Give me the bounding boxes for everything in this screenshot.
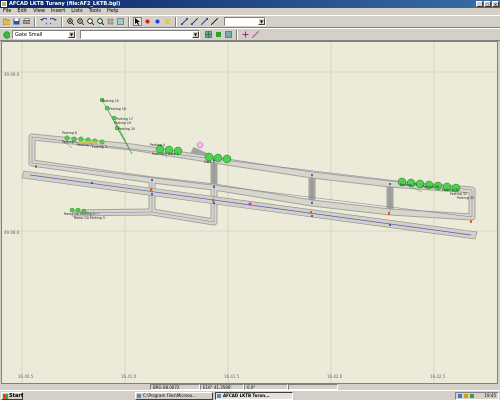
chevron-down-icon: ▼ xyxy=(258,18,265,25)
chevron-down-icon: ▼ xyxy=(68,31,75,38)
background-image-icon[interactable] xyxy=(116,17,125,26)
latitude-label: 49.08.0 xyxy=(4,230,20,235)
longitude-label: 16.42.0 xyxy=(327,374,343,379)
zoom-extents-icon[interactable] xyxy=(96,17,105,26)
taskbar-item-afcad[interactable]: AFCAD LKTB Turan... xyxy=(215,391,293,400)
runway-path-icon[interactable] xyxy=(190,17,199,26)
menu-help[interactable]: Help xyxy=(107,8,118,15)
system-tray: 19:45 xyxy=(455,392,499,400)
clock: 19:45 xyxy=(484,393,496,398)
parking-label: Parking 5 xyxy=(152,152,167,156)
start-label: Start xyxy=(9,392,24,399)
longitude-label: 16.41.0 xyxy=(121,374,137,379)
taskbar-item-explorer[interactable]: C:\Program Files\Microso... xyxy=(135,391,213,400)
green-light-icon[interactable] xyxy=(2,30,11,39)
latitude-label: 49.09.0 xyxy=(4,72,20,77)
title-bar: AFCAD LKTB Turany (file:AF2_LKTB.bgl) _ … xyxy=(0,0,500,8)
grid-toggle-icon[interactable] xyxy=(204,30,213,39)
parking-label: Parking 33 xyxy=(457,196,474,200)
undo-icon[interactable] xyxy=(39,17,48,26)
toolbar-separator xyxy=(34,16,36,27)
toolbar-separator xyxy=(128,16,130,27)
app-icon xyxy=(1,1,7,7)
close-button[interactable]: × xyxy=(492,1,499,7)
add-start-icon[interactable] xyxy=(153,17,162,26)
menu-insert[interactable]: Insert xyxy=(51,8,65,15)
minimize-button[interactable]: _ xyxy=(476,1,483,7)
menu-file[interactable]: File xyxy=(3,8,11,15)
plus-icon[interactable] xyxy=(241,30,250,39)
redo-icon[interactable] xyxy=(49,17,58,26)
toolbar-separator xyxy=(236,29,238,40)
parking-label: Parking 25 xyxy=(400,183,417,187)
longitude-label: 16.40.5 xyxy=(18,374,34,379)
green-square-icon[interactable] xyxy=(214,30,223,39)
parking-label: Parking 28 xyxy=(422,185,439,189)
open-icon[interactable] xyxy=(2,17,11,26)
volume-icon[interactable] xyxy=(464,394,468,398)
menu-lists[interactable]: Lists xyxy=(71,8,82,15)
airport-map-canvas[interactable]: 49.09.0 49.08.0 16.40.5 16.41.0 16.41.5 … xyxy=(1,41,498,384)
parking-type-dropdown[interactable]: Gate Small ▼ xyxy=(12,30,76,39)
path-icon[interactable] xyxy=(210,17,219,26)
selected-node[interactable] xyxy=(248,202,252,206)
parking-label: Parking 3 xyxy=(92,145,107,149)
zoom-in-icon[interactable] xyxy=(66,17,75,26)
start-button[interactable]: Start xyxy=(1,391,24,400)
parking-label: Parking 1 xyxy=(62,140,77,144)
add-node-icon[interactable] xyxy=(143,17,152,26)
select-pointer-icon[interactable] xyxy=(133,17,142,26)
task-label: AFCAD LKTB Turan... xyxy=(223,392,270,398)
parking-type-value: Gate Small xyxy=(15,31,43,38)
menu-tools[interactable]: Tools xyxy=(89,8,101,15)
tile-icon[interactable] xyxy=(224,30,233,39)
parking-label: Parking 4 xyxy=(150,143,165,147)
toolbar-separator xyxy=(61,16,63,27)
grid-icon[interactable] xyxy=(106,17,115,26)
task-label: C:\Program Files\Microso... xyxy=(143,392,196,398)
menu-edit[interactable]: Edit xyxy=(17,8,27,15)
parking-label: Parking 8 xyxy=(62,131,77,135)
menu-bar: File Edit View Insert Lists Tools Help xyxy=(0,8,500,15)
gate-label: Gate 3 xyxy=(204,160,215,164)
longitude-label: 16.42.5 xyxy=(430,374,446,379)
app-icon xyxy=(217,393,221,398)
parking-label: Parking 19 xyxy=(114,121,131,125)
parking-path-icon[interactable] xyxy=(200,17,209,26)
chevron-down-icon: ▼ xyxy=(192,31,199,38)
zoom-out-icon[interactable] xyxy=(76,17,85,26)
maximize-button[interactable]: □ xyxy=(484,1,491,7)
taskbar: Start C:\Program Files\Microso... AFCAD … xyxy=(0,390,500,400)
object-toolbar: Gate Small ▼ ▼ xyxy=(0,28,500,41)
print-icon[interactable] xyxy=(22,17,31,26)
name-dropdown[interactable]: ▼ xyxy=(80,30,200,39)
longitude-label: 16.41.5 xyxy=(224,374,240,379)
parking-label: Parking 20 xyxy=(118,127,135,131)
parking-label: Parking 16 xyxy=(109,107,126,111)
toolbar-separator xyxy=(175,16,177,27)
window-title: AFCAD LKTB Turany (file:AF2_LKTB.bgl) xyxy=(9,1,121,7)
path-type-dropdown[interactable]: ▼ xyxy=(224,17,266,26)
add-parking-icon[interactable] xyxy=(163,17,172,26)
line-pink-icon[interactable] xyxy=(251,30,260,39)
network-icon[interactable] xyxy=(458,394,462,398)
gate-label: Gate 1 xyxy=(168,152,179,156)
main-toolbar: ▼ xyxy=(0,15,500,28)
zoom-window-icon[interactable] xyxy=(86,17,95,26)
parking-label: Parking 2 xyxy=(77,143,92,147)
windows-flag-icon xyxy=(3,393,8,399)
parking-label: Parking 15 xyxy=(102,99,119,103)
tray-app-icon[interactable] xyxy=(470,394,474,398)
menu-view[interactable]: View xyxy=(33,8,45,15)
save-icon[interactable] xyxy=(12,17,21,26)
parking-label: Ramp GA Parking 3 xyxy=(74,216,105,220)
folder-icon xyxy=(137,393,141,398)
taxiway-path-icon[interactable] xyxy=(180,17,189,26)
